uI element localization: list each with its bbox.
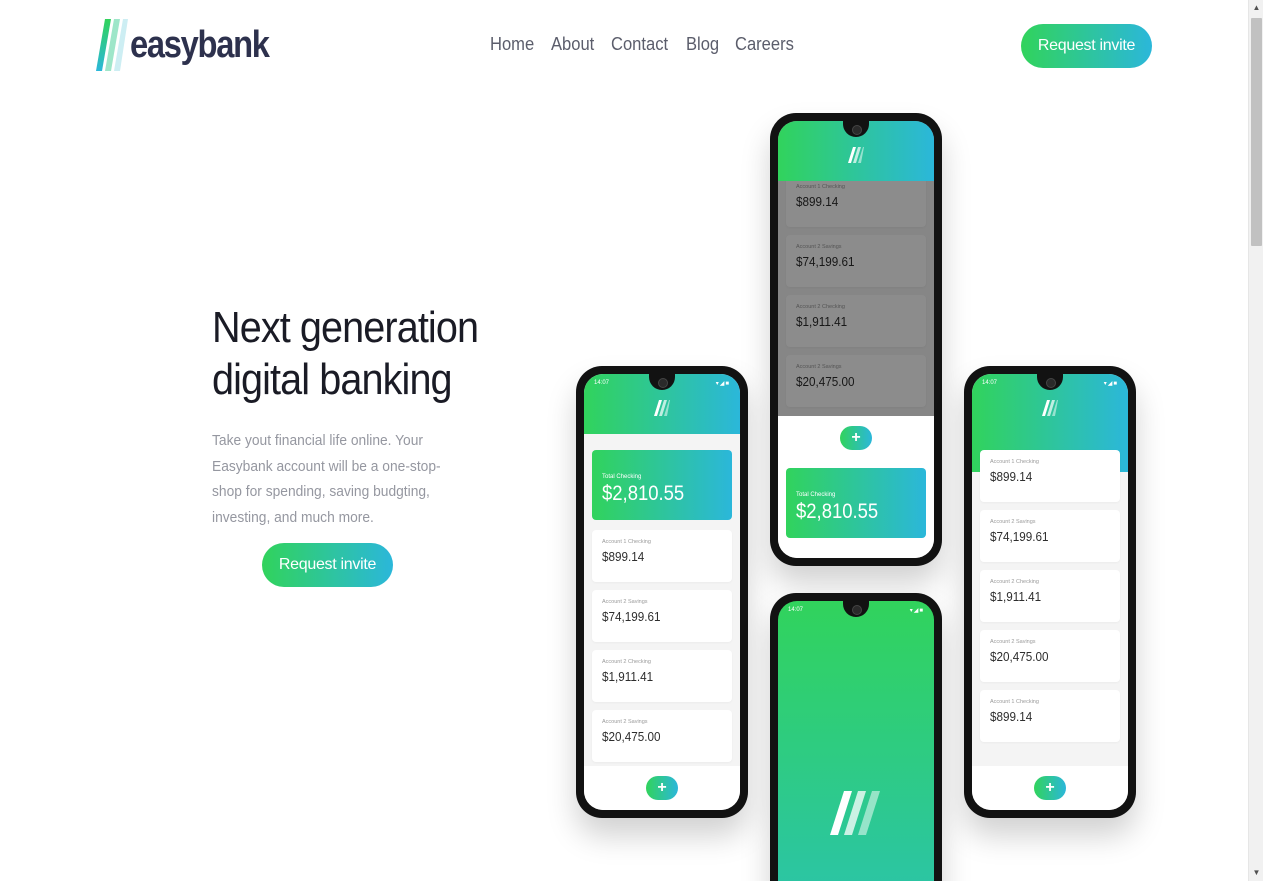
logo-text: easybank — [130, 23, 270, 66]
plus-icon[interactable]: + — [1034, 776, 1066, 800]
fab-bar: + — [584, 766, 740, 810]
status-icons: ▾◢■ — [1103, 381, 1118, 387]
scroll-up-icon[interactable]: ▲ — [1249, 0, 1263, 16]
status-icons: ▾◢■ — [715, 381, 730, 387]
account-card: Account 2 Checking $1,911.41 — [980, 570, 1120, 622]
account-label: Account 2 Savings — [990, 639, 1036, 645]
nav-careers[interactable]: Careers — [735, 34, 794, 55]
account-label: Account 2 Savings — [602, 719, 648, 725]
account-label: Account 2 Savings — [602, 599, 648, 605]
phone-mockup-center-bottom: 14:07 ▾◢■ — [770, 593, 942, 881]
phone-screen: 14:07 ▾◢■ Account 1 Checking $899.14 Acco… — [972, 374, 1128, 810]
phone-mockup-left: 14:07 ▾◢■ Total Checking $2,810.55 Accou… — [576, 366, 748, 818]
total-amount: $2,810.55 — [796, 500, 879, 523]
plus-icon[interactable]: + — [646, 776, 678, 800]
logo-mark-icon — [96, 19, 128, 71]
nav-contact[interactable]: Contact — [611, 34, 668, 55]
nav-about[interactable]: About — [551, 34, 594, 55]
account-amount: $899.14 — [990, 469, 1033, 484]
account-label: Account 1 Checking — [990, 459, 1039, 465]
total-label: Total Checking — [796, 492, 836, 498]
hero-request-invite-button[interactable]: Request invite — [262, 543, 393, 587]
account-card: Account 1 Checking $899.14 — [592, 530, 732, 582]
app-logo-icon — [654, 400, 670, 416]
total-amount: $2,810.55 — [602, 482, 685, 505]
account-card: Account 2 Savings $74,199.61 — [592, 590, 732, 642]
hero-title: Next generation digital banking — [212, 302, 518, 406]
account-card: Account 2 Savings $20,475.00 — [592, 710, 732, 762]
account-amount: $1,911.41 — [990, 589, 1042, 604]
splash-logo-icon — [830, 791, 880, 835]
total-checking-card: Total Checking $2,810.55 — [786, 468, 926, 538]
account-amount: $20,475.00 — [602, 729, 661, 744]
header-request-invite-button[interactable]: Request invite — [1021, 24, 1152, 68]
account-amount: $20,475.00 — [990, 649, 1049, 664]
hero-title-line-1: Next generation — [212, 303, 479, 352]
account-label: Account 1 Checking — [990, 699, 1039, 705]
status-time: 14:07 — [594, 380, 610, 386]
app-logo-icon — [1042, 400, 1058, 416]
logo[interactable]: easybank — [96, 18, 291, 72]
status-icons: ▾◢■ — [909, 608, 924, 614]
account-label: Account 2 Checking — [602, 659, 651, 665]
account-card: Account 2 Checking $1,911.41 — [592, 650, 732, 702]
total-label: Total Checking — [602, 474, 642, 480]
account-card: Account 2 Savings $74,199.61 — [980, 510, 1120, 562]
fab-bar: + — [972, 766, 1128, 810]
account-amount: $899.14 — [990, 709, 1033, 724]
account-card: Account 2 Savings $20,475.00 — [980, 630, 1120, 682]
scroll-thumb[interactable] — [1251, 18, 1262, 246]
phone-screen: 14:07 ▾◢■ Total Checking $2,810.55 Accou… — [584, 374, 740, 810]
status-time: 14:07 — [982, 380, 998, 386]
account-amount: $1,911.41 — [602, 669, 654, 684]
account-amount: $74,199.61 — [990, 529, 1049, 544]
app-logo-icon — [848, 147, 864, 163]
phone-screen: 14:07 ▾◢■ Account 1 Checking$899.14 Acco… — [778, 121, 934, 558]
status-time: 14:07 — [788, 607, 804, 613]
nav-blog[interactable]: Blog — [686, 34, 719, 55]
account-label: Account 2 Savings — [990, 519, 1036, 525]
phone-screen: 14:07 ▾◢■ — [778, 601, 934, 881]
account-amount: $899.14 — [602, 549, 645, 564]
main-nav: Home About Contact Blog Careers — [490, 34, 799, 55]
hero-title-line-2: digital banking — [212, 355, 453, 404]
plus-icon[interactable]: + — [840, 426, 872, 450]
hero-description: Take yout financial life online. Your Ea… — [212, 432, 441, 526]
account-amount: $74,199.61 — [602, 609, 661, 624]
phone-mockup-right: 14:07 ▾◢■ Account 1 Checking $899.14 Acco… — [964, 366, 1136, 818]
phone-notch — [843, 601, 869, 617]
phone-mockup-center-top: 14:07 ▾◢■ Account 1 Checking$899.14 Acco… — [770, 113, 942, 566]
nav-home[interactable]: Home — [490, 34, 534, 55]
scroll-down-icon[interactable]: ▼ — [1249, 865, 1263, 881]
total-checking-card: Total Checking $2,810.55 — [592, 450, 732, 520]
bottom-sheet: + Total Checking $2,810.55 — [778, 416, 934, 558]
account-label: Account 2 Checking — [990, 579, 1039, 585]
account-label: Account 1 Checking — [602, 539, 651, 545]
page-scrollbar[interactable]: ▲ ▼ — [1248, 0, 1263, 881]
account-card: Account 1 Checking $899.14 — [980, 690, 1120, 742]
account-card: Account 1 Checking $899.14 — [980, 450, 1120, 502]
